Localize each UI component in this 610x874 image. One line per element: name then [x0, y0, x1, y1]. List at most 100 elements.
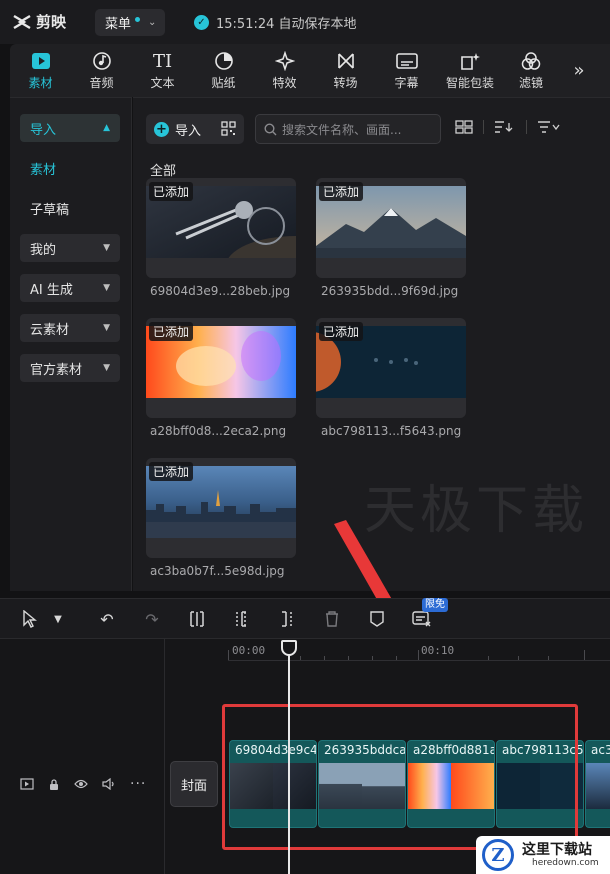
ruler-tick: [348, 656, 349, 660]
lock-icon[interactable]: [48, 778, 60, 791]
split-icon[interactable]: [185, 607, 209, 631]
sort-icon[interactable]: [494, 120, 516, 134]
notification-dot: [135, 17, 141, 22]
search-placeholder: 搜索文件名称、画面...: [282, 122, 402, 137]
import-button[interactable]: + 导入: [146, 114, 244, 144]
highlight-box-annotation: [222, 704, 578, 850]
app-name: 剪映: [36, 13, 67, 31]
sidebar-item-media[interactable]: 素材: [20, 154, 120, 182]
added-badge: 已添加: [149, 322, 194, 341]
eye-icon[interactable]: [74, 779, 88, 789]
qr-code-icon[interactable]: [221, 121, 236, 136]
trim-left-icon[interactable]: [230, 607, 254, 631]
menu-label: 菜单: [105, 17, 132, 32]
media-card[interactable]: 已添加: [316, 178, 466, 278]
added-badge: 已添加: [319, 182, 364, 201]
sidebar-item-cloud[interactable]: 云素材 ▼: [20, 314, 120, 342]
tab-sticker[interactable]: 贴纸: [193, 44, 254, 97]
delete-icon[interactable]: [320, 607, 344, 631]
tab-filter[interactable]: 滤镜: [503, 44, 559, 97]
ruler-tick: [518, 656, 519, 660]
tab-effects[interactable]: 特效: [254, 44, 315, 97]
tab-audio[interactable]: 音频: [71, 44, 132, 97]
media-card[interactable]: 已添加: [146, 318, 296, 418]
smart-pack-icon: [459, 50, 481, 72]
free-limited-badge: 限免: [422, 598, 448, 612]
undo-icon[interactable]: ↶: [95, 607, 119, 631]
site-logo-icon: Z: [482, 839, 514, 871]
cover-button[interactable]: 封面: [170, 761, 218, 807]
chevron-down-icon: ▼: [103, 323, 110, 333]
ruler-tick: [418, 650, 419, 660]
added-badge: 已添加: [149, 462, 194, 481]
music-note-icon: [91, 50, 113, 72]
divider: [483, 120, 484, 134]
sidebar-item-official[interactable]: 官方素材 ▼: [20, 354, 120, 382]
sidebar-item-label: 云素材: [30, 322, 70, 338]
media-card[interactable]: 已添加: [316, 318, 466, 418]
sidebar-item-import[interactable]: 导入 ▲: [20, 114, 120, 142]
tab-label: 贴纸: [211, 76, 236, 90]
marker-icon[interactable]: [365, 607, 389, 631]
chevron-down-icon: ▼: [103, 283, 110, 293]
chevron-down-icon[interactable]: ▼: [46, 607, 70, 631]
sidebar-item-ai-generate[interactable]: AI 生成 ▼: [20, 274, 120, 302]
media-filename: ac3ba0b7f...5e98d.jpg: [150, 564, 285, 578]
ruler-tick: [488, 656, 489, 660]
ruler-tick: [396, 656, 397, 660]
main-toolbar: 素材 音频 TI 文本 贴纸 特效 转场 字幕 智能包装 滤镜 »: [10, 44, 610, 97]
added-badge: 已添加: [149, 182, 194, 201]
timeline-toolbar: ▼ ↶ ↷: [0, 598, 610, 638]
playhead[interactable]: [288, 640, 290, 874]
more-options-icon[interactable]: ···: [130, 776, 146, 792]
grid-view-icon[interactable]: [455, 120, 473, 134]
chevron-down-icon: ⌄: [148, 17, 157, 28]
sidebar-item-mine[interactable]: 我的 ▼: [20, 234, 120, 262]
trim-right-icon[interactable]: [274, 607, 298, 631]
tab-media[interactable]: 素材: [10, 44, 71, 97]
tab-label: 字幕: [394, 76, 419, 90]
autosave-status: ✓ 15:51:24 自动保存本地: [194, 13, 357, 32]
section-all-label: 全部: [150, 164, 177, 179]
tab-transition[interactable]: 转场: [315, 44, 376, 97]
sidebar-item-label: 子草稿: [30, 202, 70, 218]
sidebar-item-sub-draft[interactable]: 子草稿: [20, 194, 120, 222]
plus-icon: +: [154, 121, 169, 137]
menu-button[interactable]: 菜单 ⌄: [95, 9, 165, 36]
ruler-tick: [372, 656, 373, 660]
ruler-tick: [584, 650, 585, 660]
tab-label: 特效: [272, 76, 297, 90]
media-filename: abc798113...f5643.png: [321, 424, 462, 438]
timeline-clip[interactable]: ac3: [585, 740, 610, 828]
tab-label: 音频: [89, 76, 114, 90]
ruler-label: 00:00: [232, 644, 266, 657]
sparkle-icon: [274, 50, 296, 72]
ruler-tick: [324, 656, 325, 660]
site-logo-letter: Z: [491, 844, 505, 866]
tab-caption[interactable]: 字幕: [376, 44, 437, 97]
media-card[interactable]: 已添加: [146, 458, 296, 558]
sidebar-item-label: 我的: [30, 242, 57, 258]
search-input[interactable]: 搜索文件名称、画面...: [255, 114, 441, 144]
media-play-icon: [30, 50, 52, 72]
volume-icon[interactable]: [102, 778, 116, 790]
filter-funnel-icon[interactable]: [537, 120, 561, 134]
track-header: [0, 639, 165, 874]
select-cursor-icon[interactable]: [18, 607, 42, 631]
caption-icon: [395, 50, 418, 72]
tab-smart-pack[interactable]: 智能包装: [437, 44, 503, 97]
app-logo: 剪映: [12, 11, 66, 32]
redo-icon[interactable]: ↷: [140, 607, 164, 631]
site-watermark-badge: Z 这里下载站 heredown.com: [476, 836, 610, 874]
track-video-icon[interactable]: [20, 778, 34, 790]
autosave-text: 15:51:24 自动保存本地: [216, 17, 357, 32]
cover-label: 封面: [180, 778, 207, 794]
ruler-tick: [228, 650, 229, 660]
media-card[interactable]: 已添加: [146, 178, 296, 278]
more-tabs-button[interactable]: »: [559, 44, 599, 97]
text-icon: TI: [152, 50, 173, 72]
sidebar-item-label: 官方素材: [30, 362, 83, 378]
search-icon: [264, 122, 277, 135]
playhead-handle[interactable]: [281, 640, 297, 656]
tab-text[interactable]: TI 文本: [132, 44, 193, 97]
